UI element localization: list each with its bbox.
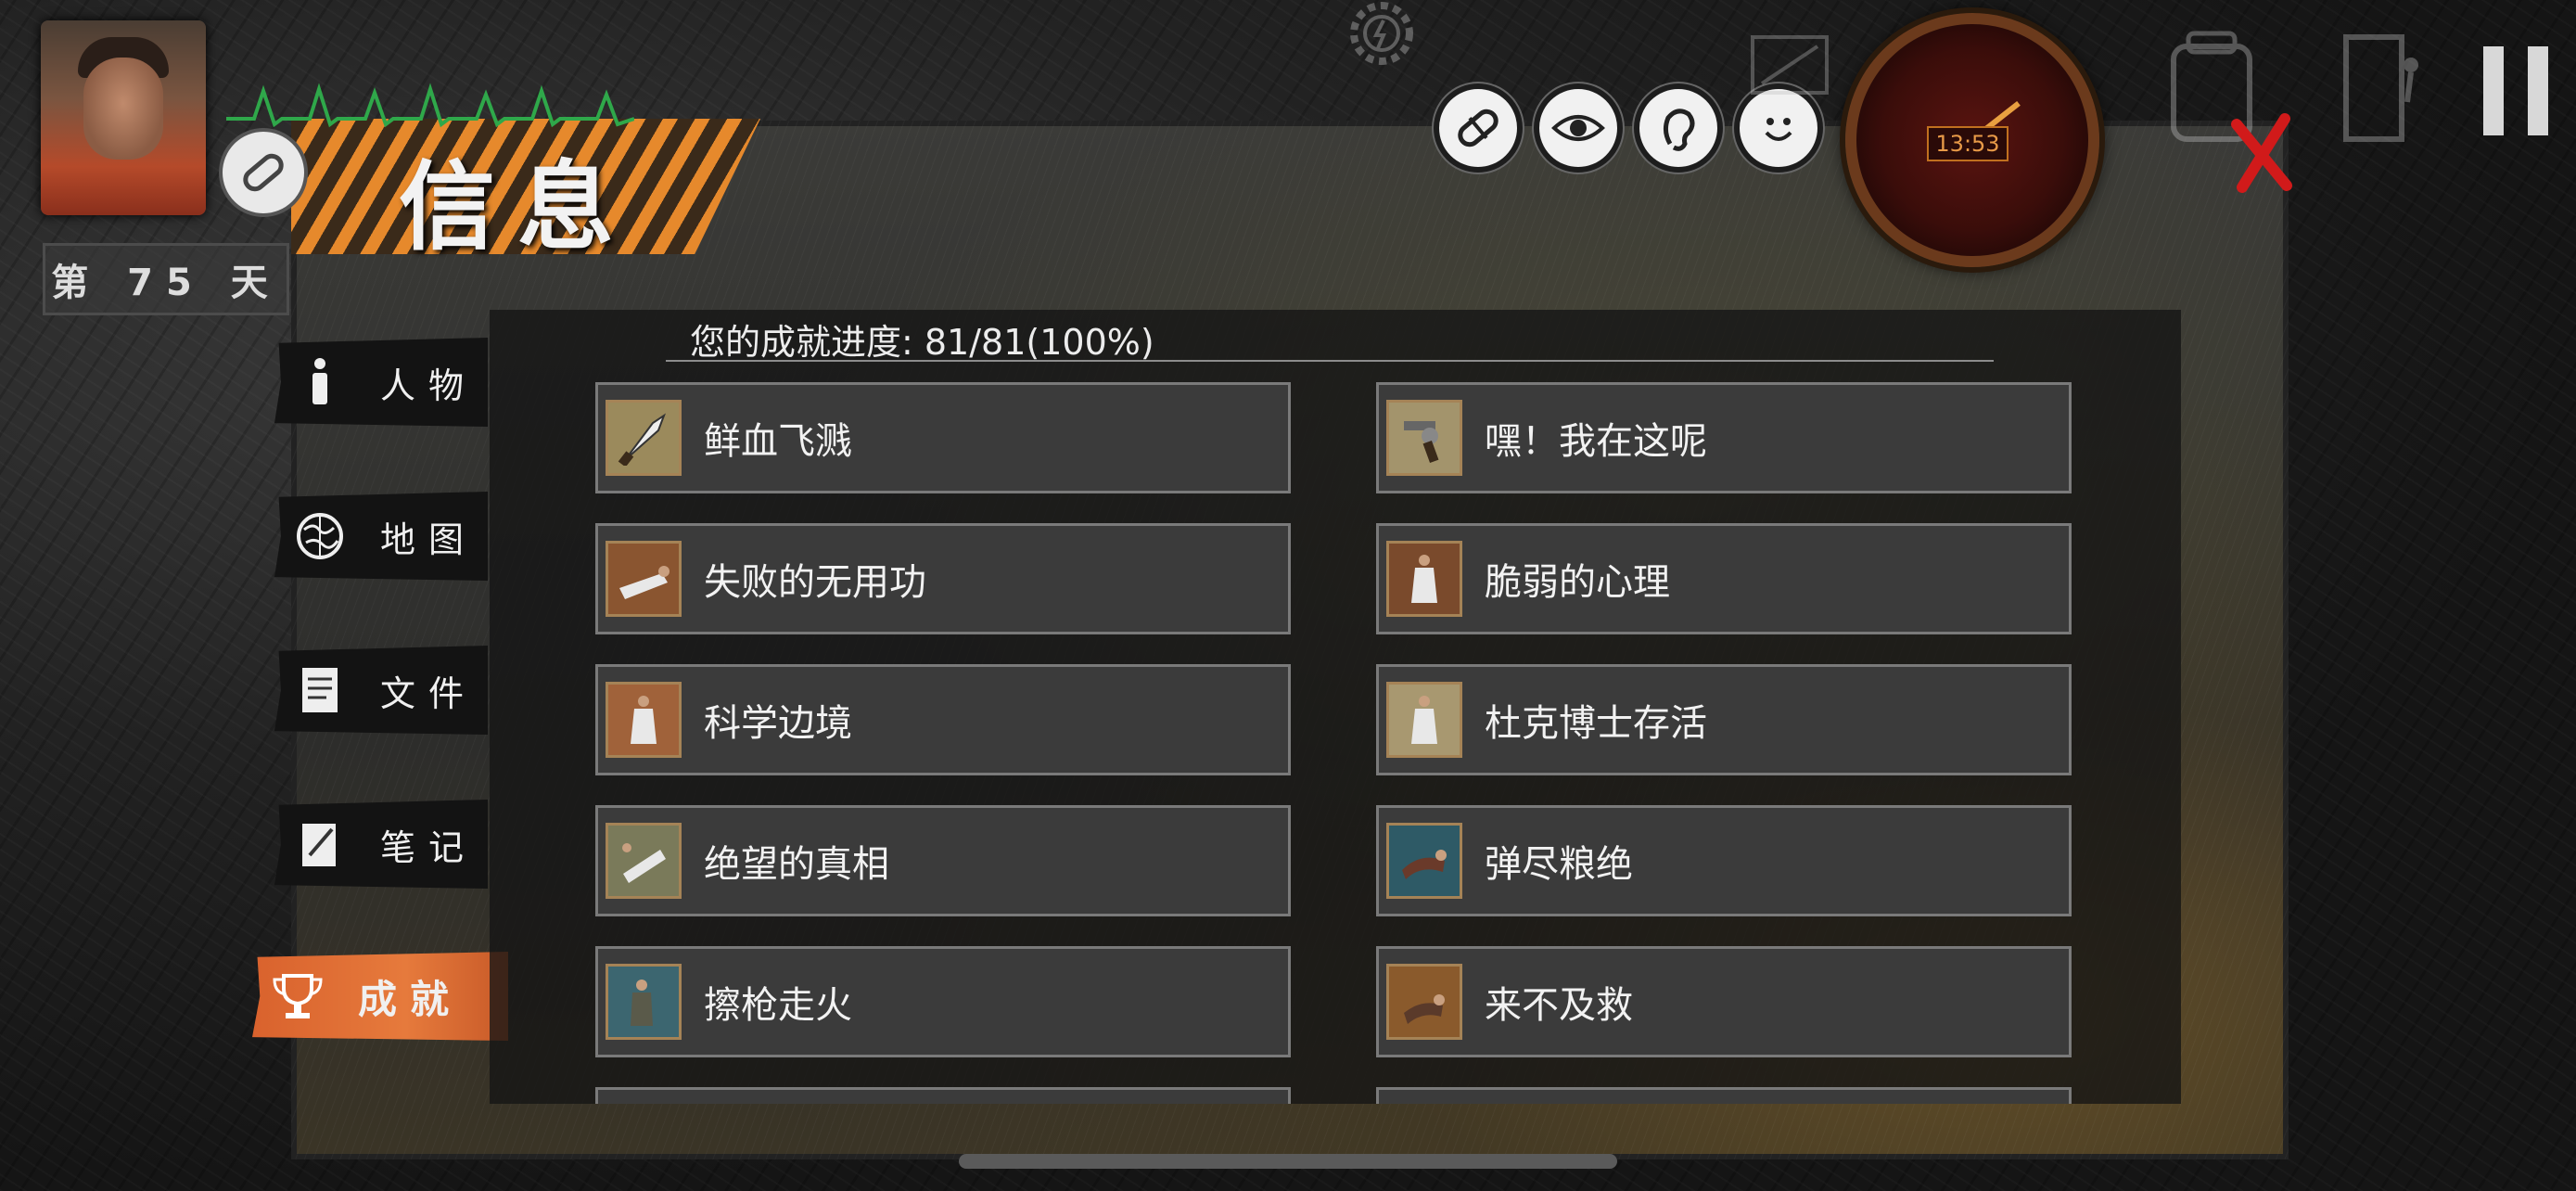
portrait-face xyxy=(83,58,163,160)
achievement-name: 嘿！我在这呢 xyxy=(1485,420,1707,463)
pill-icon[interactable] xyxy=(1434,83,1523,173)
achievement-item-partial[interactable] xyxy=(595,1087,1291,1104)
home-indicator[interactable] xyxy=(959,1154,1617,1169)
divider xyxy=(666,360,1994,362)
gear-icon xyxy=(1350,2,1413,65)
document-icon xyxy=(291,661,349,719)
achievement-progress: 您的成就进度: 81/81(100%) xyxy=(690,322,1154,363)
tab-label: 文件 xyxy=(380,672,478,714)
achievement-name: 来不及救 xyxy=(1485,984,1633,1027)
soldier-icon xyxy=(606,964,682,1040)
pause-icon[interactable] xyxy=(2478,43,2554,139)
tab-notes[interactable]: 笔记 xyxy=(274,800,488,889)
achievement-name: 脆弱的心理 xyxy=(1485,561,1670,604)
achievement-name: 科学边境 xyxy=(704,702,852,745)
character-portrait[interactable] xyxy=(41,20,206,215)
achievement-name: 杜克博士存活 xyxy=(1485,702,1707,745)
achievement-name: 弹尽粮绝 xyxy=(1485,843,1633,886)
tab-label: 人物 xyxy=(380,365,478,406)
achievement-item[interactable]: 绝望的真相 xyxy=(595,805,1291,916)
knife-icon xyxy=(606,400,682,476)
tab-files[interactable]: 文件 xyxy=(274,646,488,735)
panel-title: 信息 xyxy=(399,150,637,263)
achievement-item-partial[interactable] xyxy=(1376,1087,2072,1104)
achievement-item[interactable]: 鲜血飞溅 xyxy=(595,382,1291,493)
fallen-scientist-icon xyxy=(606,541,682,617)
eye-icon[interactable] xyxy=(1534,83,1623,173)
achievement-item[interactable]: 脆弱的心理 xyxy=(1376,523,2072,634)
doctor-icon xyxy=(1386,682,1462,758)
achievement-item[interactable]: 失败的无用功 xyxy=(595,523,1291,634)
exit-door-icon[interactable] xyxy=(2327,28,2429,148)
achievement-item[interactable]: 嘿！我在这呢 xyxy=(1376,382,2072,493)
achievement-item[interactable]: 杜克博士存活 xyxy=(1376,664,2072,775)
achievement-item[interactable]: 来不及救 xyxy=(1376,946,2072,1057)
game-screen: 信息 第 75 天 人物 地图 文件 笔记 成就 13:53 您的成就进度: 8… xyxy=(0,0,2576,1191)
scientist-standing-icon xyxy=(606,682,682,758)
wounded-man-icon xyxy=(1386,964,1462,1040)
notebook-ghost-icon xyxy=(1751,35,1829,95)
tab-label: 成就 xyxy=(358,976,463,1022)
tab-label: 笔记 xyxy=(380,826,478,868)
achievement-item[interactable]: 科学边境 xyxy=(595,664,1291,775)
close-icon[interactable] xyxy=(2225,111,2300,195)
scientist-icon xyxy=(1386,541,1462,617)
achievement-name: 鲜血飞溅 xyxy=(704,420,852,463)
pill-status-icon[interactable] xyxy=(219,128,308,217)
heartbeat-icon xyxy=(226,83,634,128)
achievement-name: 失败的无用功 xyxy=(704,561,926,604)
day-counter: 第 75 天 xyxy=(43,243,289,315)
tab-map[interactable]: 地图 xyxy=(274,492,488,581)
achievement-item[interactable]: 弹尽粮绝 xyxy=(1376,805,2072,916)
tab-person[interactable]: 人物 xyxy=(274,338,488,427)
body-icon xyxy=(606,823,682,899)
ear-icon[interactable] xyxy=(1634,83,1723,173)
clock: 13:53 xyxy=(1845,13,2099,267)
achievements-content[interactable]: 您的成就进度: 81/81(100%) 鲜血飞溅 嘿！我在这呢 失败的无用功 脆… xyxy=(490,310,2181,1104)
crawling-man-icon xyxy=(1386,823,1462,899)
revolver-icon xyxy=(1386,400,1462,476)
person-icon xyxy=(291,353,349,411)
trophy-icon xyxy=(269,967,326,1025)
clock-time: 13:53 xyxy=(1927,126,2009,161)
notebook-icon xyxy=(291,815,349,873)
tab-achievements[interactable]: 成就 xyxy=(252,952,508,1041)
achievement-name: 擦枪走火 xyxy=(704,984,852,1027)
globe-icon xyxy=(291,507,349,565)
tab-label: 地图 xyxy=(380,519,478,560)
achievement-name: 绝望的真相 xyxy=(704,843,889,886)
achievement-item[interactable]: 擦枪走火 xyxy=(595,946,1291,1057)
